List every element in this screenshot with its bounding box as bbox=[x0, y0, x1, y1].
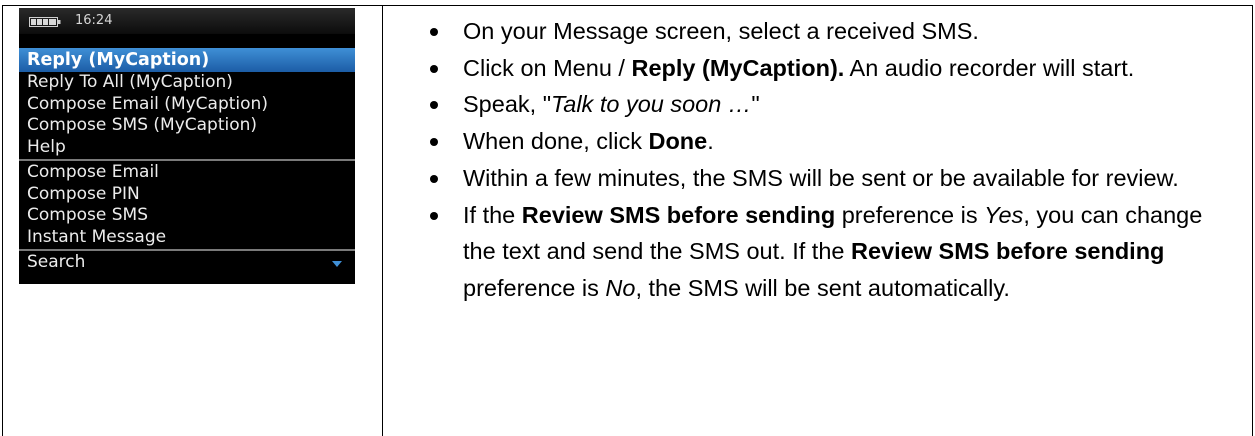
menu-item-search-label: Search bbox=[27, 252, 86, 272]
menu-item-search[interactable]: Search bbox=[19, 252, 355, 274]
instruction-text: Click on Menu / bbox=[463, 54, 632, 81]
instruction-text: . bbox=[707, 128, 714, 155]
instruction-text: When done, click bbox=[463, 128, 649, 155]
menu-item-compose-pin[interactable]: Compose PIN bbox=[19, 184, 355, 206]
menu-separator bbox=[19, 249, 355, 251]
menu-item-compose-sms-mycaption[interactable]: Compose SMS (MyCaption) bbox=[19, 115, 355, 137]
phone-status-bar: 16:24 bbox=[19, 8, 355, 34]
context-menu: Reply (MyCaption) Reply To All (MyCaptio… bbox=[19, 48, 355, 274]
done-command-name: Done bbox=[648, 128, 708, 155]
menu-command-name: Reply (MyCaption). bbox=[631, 54, 845, 81]
instruction-text: On your Message screen, select a receive… bbox=[463, 18, 979, 44]
bullet bbox=[430, 64, 438, 73]
preference-name: Review SMS before sending bbox=[851, 238, 1165, 265]
instruction-item: On your Message screen, select a receive… bbox=[400, 13, 1240, 50]
instruction-item: When done, click Done. bbox=[400, 123, 1240, 160]
chevron-down-icon[interactable] bbox=[331, 259, 343, 269]
menu-item-compose-email-mycaption[interactable]: Compose Email (MyCaption) bbox=[19, 94, 355, 116]
instruction-text: preference is bbox=[463, 274, 606, 301]
instruction-item: Speak, "Talk to you soon …" bbox=[400, 86, 1240, 123]
instruction-text: " bbox=[751, 91, 760, 118]
instruction-text: Within a few minutes, the SMS will be se… bbox=[463, 164, 1179, 191]
preference-value-no: No bbox=[605, 274, 636, 301]
bullet bbox=[430, 101, 438, 110]
menu-item-reply-mycaption[interactable]: Reply (MyCaption) bbox=[19, 48, 355, 72]
instruction-text: , the SMS will be sent automatically. bbox=[635, 274, 1010, 301]
instruction-list: On your Message screen, select a receive… bbox=[400, 13, 1240, 307]
bullet bbox=[430, 174, 438, 183]
preference-name: Review SMS before sending bbox=[521, 201, 836, 228]
instruction-item: Within a few minutes, the SMS will be se… bbox=[400, 160, 1240, 197]
phone-clock: 16:24 bbox=[75, 13, 113, 28]
bullet bbox=[430, 211, 438, 220]
menu-item-help[interactable]: Help bbox=[19, 137, 355, 159]
menu-item-instant-message[interactable]: Instant Message bbox=[19, 227, 355, 249]
menu-item-reply-all-mycaption[interactable]: Reply To All (MyCaption) bbox=[19, 72, 355, 94]
menu-item-compose-sms[interactable]: Compose SMS bbox=[19, 205, 355, 227]
preference-value-yes: Yes bbox=[984, 201, 1024, 228]
bullet bbox=[430, 138, 438, 147]
menu-item-compose-email[interactable]: Compose Email bbox=[19, 162, 355, 184]
battery-icon bbox=[29, 17, 61, 27]
spoken-phrase: Talk to you soon … bbox=[551, 91, 752, 118]
instruction-item: Click on Menu / Reply (MyCaption). An au… bbox=[400, 50, 1240, 87]
phone-screenshot: 16:24 Reply (MyCaption) Reply To All (My… bbox=[19, 8, 355, 284]
instruction-text: preference is bbox=[835, 201, 985, 228]
instruction-text: Speak, " bbox=[463, 91, 552, 118]
instruction-text: If the bbox=[463, 201, 522, 228]
instruction-text: An audio recorder will start. bbox=[844, 54, 1135, 81]
column-divider bbox=[382, 5, 383, 436]
instruction-item: If the Review SMS before sending prefere… bbox=[400, 197, 1240, 307]
bullet bbox=[430, 28, 438, 36]
menu-separator bbox=[19, 159, 355, 161]
